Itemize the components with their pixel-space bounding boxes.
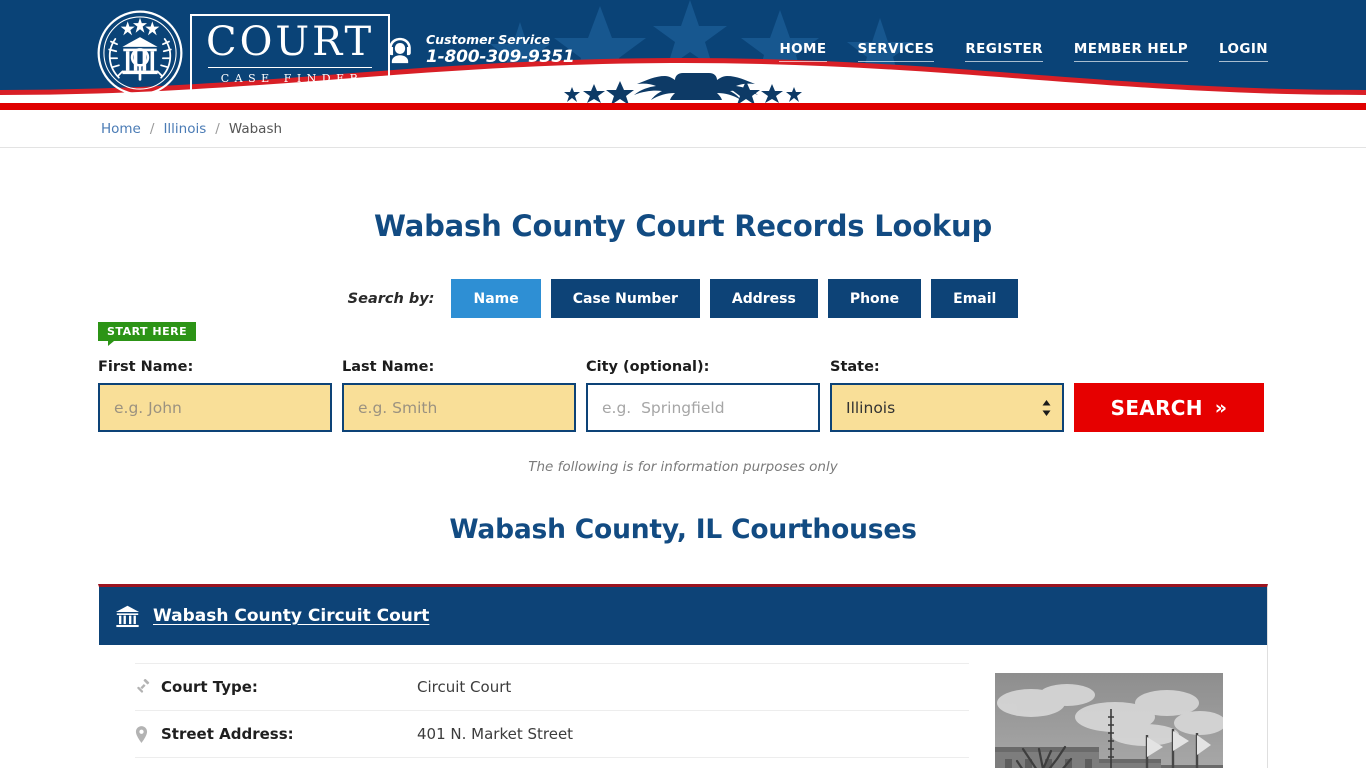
first-name-label: First Name: [98, 359, 194, 375]
tab-address[interactable]: Address [709, 279, 818, 318]
last-name-label: Last Name: [342, 359, 435, 375]
page-title: Wabash County Court Records Lookup [373, 209, 993, 243]
customer-service-label: Customer Service [426, 32, 551, 47]
court-card-title-link[interactable]: Wabash County Circuit Court [153, 606, 429, 626]
courthouse-building-photo [995, 673, 1223, 768]
search-button[interactable]: SEARCH » [1074, 383, 1264, 432]
gavel-icon [135, 679, 161, 695]
nav-link-register[interactable]: REGISTER [965, 41, 1043, 62]
logo-wordmark: COURT CASE FINDER [190, 13, 391, 93]
state-select[interactable]: Illinois [830, 383, 1064, 432]
section-title: Wabash County, IL Courthouses [449, 514, 917, 545]
breadcrumb: Home / Illinois / Wabash [0, 110, 1366, 148]
breadcrumb-item-illinois[interactable]: Illinois [163, 121, 206, 137]
breadcrumb-item-wabash: Wabash [228, 120, 283, 137]
field-state: State: Illinois [830, 359, 1064, 432]
headset-support-icon [389, 38, 411, 64]
last-name-input[interactable] [342, 383, 576, 432]
breadcrumb-separator: / [215, 120, 220, 137]
court-seal-icon [97, 10, 183, 96]
detail-label: Street Address: [161, 725, 294, 743]
start-here-badge: START HERE [98, 322, 197, 346]
nav-link-services[interactable]: SERVICES [857, 41, 935, 62]
court-card: Wabash County Circuit Court Court Type: … [98, 584, 1268, 768]
city-input[interactable] [586, 383, 820, 432]
first-name-input[interactable] [98, 383, 332, 432]
search-by-label: Search by: [347, 290, 435, 307]
field-first-name: First Name: [98, 359, 332, 432]
bank-columns-icon [115, 605, 140, 627]
tab-case-number[interactable]: Case Number [550, 279, 700, 318]
search-form: START HERE First Name: Last Name: City (… [98, 318, 1268, 432]
main-navigation: HOME SERVICES REGISTER MEMBER HELP LOGIN [779, 41, 1268, 62]
customer-service-phone[interactable]: 1-800-309-9351 [426, 48, 575, 68]
search-button-label: SEARCH [1110, 395, 1203, 420]
table-row: Court Type: Circuit Court [135, 663, 969, 710]
breadcrumb-separator: / [149, 120, 155, 137]
detail-label: Court Type: [161, 678, 258, 696]
table-row: Street Address: 401 N. Market Street [135, 710, 969, 757]
tab-phone[interactable]: Phone [827, 279, 922, 318]
table-row: City: Mt. Carmel [135, 757, 969, 768]
search-form-row: First Name: Last Name: City (optional): … [98, 359, 1268, 432]
city-label: City (optional): [586, 359, 710, 375]
state-label: State: [830, 359, 880, 375]
site-logo[interactable]: COURT CASE FINDER [96, 9, 391, 97]
site-header: COURT CASE FINDER Customer Service 1-800… [0, 0, 1366, 103]
field-city: City (optional): [586, 359, 820, 432]
header-red-stripe [0, 103, 1366, 110]
detail-value: 401 N. Market Street [417, 725, 574, 743]
customer-service-block: Customer Service 1-800-309-9351 [385, 32, 575, 68]
map-pin-icon [135, 725, 161, 743]
breadcrumb-item-home[interactable]: Home [101, 121, 141, 137]
logo-word-sub: CASE FINDER [220, 71, 364, 85]
nav-link-login[interactable]: LOGIN [1219, 41, 1268, 62]
search-by-tabs: Search by: Name Case Number Address Phon… [0, 279, 1366, 318]
double-chevron-right-icon: » [1214, 396, 1228, 419]
nav-link-member-help[interactable]: MEMBER HELP [1073, 41, 1188, 62]
tab-name[interactable]: Name [451, 279, 541, 318]
nav-link-home[interactable]: HOME [779, 41, 827, 62]
court-card-header: Wabash County Circuit Court [99, 587, 1267, 645]
logo-divider [208, 66, 373, 68]
logo-word-main: COURT [206, 18, 375, 65]
tab-email[interactable]: Email [931, 279, 1019, 318]
detail-value: Circuit Court [417, 678, 512, 696]
court-photo-container [969, 663, 1267, 768]
disclaimer-text: The following is for information purpose… [528, 459, 838, 475]
field-last-name: Last Name: [342, 359, 576, 432]
court-card-body: Court Type: Circuit Court Street Address… [99, 645, 1267, 768]
court-details-list: Court Type: Circuit Court Street Address… [99, 663, 969, 768]
